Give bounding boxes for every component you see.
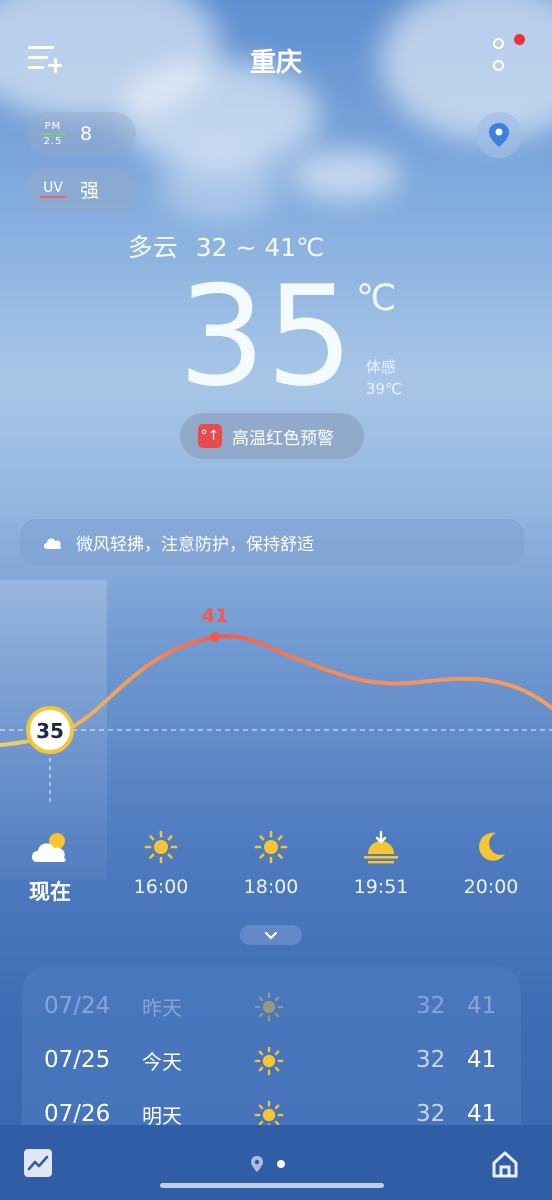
uv-value: 强 (80, 179, 100, 202)
temperature-curve (0, 634, 552, 747)
hour-item-now[interactable]: 现在 (0, 824, 105, 906)
alert-text: 高温红色预警 (232, 428, 334, 449)
uv-chip[interactable]: UV 强 (26, 167, 136, 211)
pm25-chip[interactable]: PM 2.5 8 (26, 112, 136, 156)
city-title: 重庆 (249, 48, 302, 78)
more-icon (493, 38, 504, 49)
more-icon-dot (493, 60, 504, 71)
daily-row[interactable]: 07/25 今天 32 41 (22, 1040, 521, 1080)
peak-label: 41 (202, 605, 228, 627)
cloud-icon (44, 538, 62, 549)
moon-icon (479, 832, 505, 861)
home-button[interactable] (490, 1149, 520, 1179)
pm-label-top: PM (44, 121, 62, 132)
daily-low: 32 (416, 1101, 446, 1127)
chevron-down-icon (264, 931, 278, 940)
daily-row[interactable]: 07/24 昨天 32 41 (22, 986, 521, 1026)
hourly-temperature-chart[interactable]: 41 35 (0, 590, 552, 820)
sun-icon (254, 1046, 284, 1076)
sun-icon (254, 830, 288, 864)
location-pin-icon (251, 1155, 263, 1172)
sunset-icon (364, 830, 398, 864)
feels-like-label: 体感 (366, 358, 397, 376)
thermometer-alert-icon: °↑ (198, 424, 222, 448)
hour-item[interactable]: 18:00 (216, 824, 326, 898)
now-value-label: 35 (36, 719, 64, 743)
hour-item[interactable]: 20:00 (436, 824, 546, 898)
temperature-unit: ℃ (356, 278, 397, 319)
current-temperature: 35 (178, 256, 354, 417)
weather-tip[interactable]: 微风轻拂，注意防护，保持舒适 (20, 519, 524, 565)
daily-low: 32 (416, 993, 446, 1019)
trend-chart-icon (27, 1155, 49, 1171)
daily-high: 41 (467, 1047, 497, 1073)
daily-date: 07/24 (44, 993, 111, 1019)
sun-icon (144, 830, 178, 864)
feels-like: 体感 39℃ (366, 356, 402, 400)
pm25-value: 8 (80, 123, 93, 145)
hour-item[interactable]: 16:00 (106, 824, 216, 898)
home-icon (492, 1151, 518, 1178)
daily-low: 32 (416, 1047, 446, 1073)
daily-high: 41 (467, 993, 497, 1019)
uv-icon: UV (40, 180, 66, 198)
page-indicator[interactable] (250, 1153, 286, 1173)
hour-time: 20:00 (463, 876, 519, 898)
hour-time: 现在 (29, 880, 71, 904)
tip-text: 微风轻拂，注意防护，保持舒适 (76, 534, 314, 555)
pm25-icon: PM 2.5 (40, 121, 66, 147)
hour-time: 18:00 (243, 876, 299, 898)
system-home-indicator[interactable] (160, 1183, 384, 1188)
daily-high: 41 (467, 1101, 497, 1127)
hour-item[interactable]: 19:51 (326, 824, 436, 898)
peak-point (210, 632, 220, 642)
map-pin-icon (489, 123, 509, 147)
daily-day: 今天 (142, 1049, 182, 1074)
page-dot-active (277, 1159, 286, 1168)
condition-text: 多云 (127, 233, 178, 262)
daily-date: 07/25 (44, 1047, 111, 1073)
hour-time: 16:00 (133, 876, 189, 898)
hour-time: 19:51 (353, 876, 409, 898)
daily-day: 昨天 (142, 995, 182, 1020)
expand-hourly-button[interactable] (240, 925, 302, 945)
feels-like-value: 39℃ (366, 380, 402, 398)
daily-date: 07/26 (44, 1101, 111, 1127)
trend-chart-button[interactable] (24, 1149, 52, 1177)
heat-alert-button[interactable]: °↑ 高温红色预警 (180, 413, 364, 459)
partly-cloudy-icon (31, 833, 66, 862)
sun-icon (254, 992, 284, 1022)
notification-dot (514, 34, 525, 45)
daily-forecast-card[interactable]: 07/24 昨天 32 41 07/25 今天 32 41 07/26 明天 3… (22, 967, 521, 1132)
pm-label-bottom: 2.5 (43, 136, 63, 147)
bottom-toolbar (0, 1125, 552, 1200)
map-location-button[interactable] (476, 112, 522, 158)
